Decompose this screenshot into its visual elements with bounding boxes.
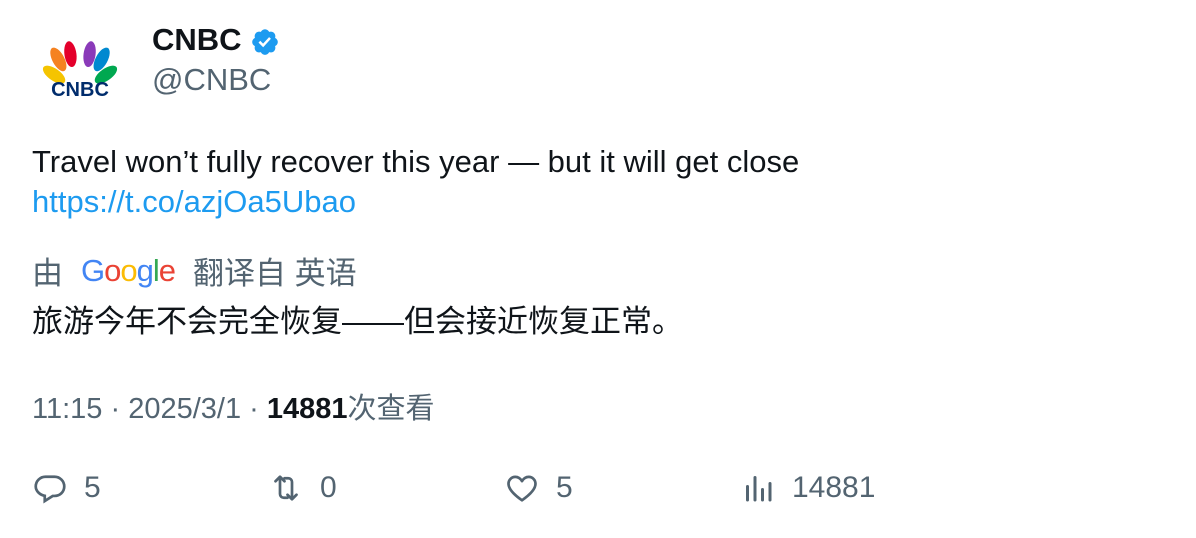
tweet-link[interactable]: https://t.co/azjOa5Ubao	[32, 182, 1166, 222]
reply-button[interactable]: 5	[32, 470, 101, 506]
translation-attribution: 由 Google 翻译自 英语	[32, 248, 357, 293]
reply-icon	[34, 475, 66, 504]
cnbc-peacock-logo-icon: CNBC	[42, 41, 118, 101]
author-name-row: CNBC	[152, 22, 280, 58]
views-label: 次查看	[347, 393, 435, 425]
like-count: 5	[556, 471, 573, 504]
meta-separator: ·	[249, 393, 267, 425]
translation-suffix: 翻译自 英语	[193, 256, 357, 291]
tweet-time[interactable]: 11:15	[32, 393, 102, 425]
tweet-date[interactable]: 2025/3/1	[128, 393, 241, 425]
views-button[interactable]: 14881	[740, 470, 875, 506]
tweet-body: Travel won’t fully recover this year — b…	[32, 144, 800, 179]
like-button[interactable]: 5	[504, 470, 573, 506]
tweet-meta: 11:15 · 2025/3/1 · 14881次查看	[32, 385, 435, 427]
translated-text: 旅游今年不会完全恢复——但会接近恢复正常。	[32, 304, 683, 339]
avatar[interactable]: CNBC	[30, 26, 130, 126]
meta-separator: ·	[110, 393, 129, 425]
translation-prefix: 由	[32, 256, 63, 291]
action-bar: 5 0 5 14881	[32, 470, 1172, 514]
retweet-count: 0	[320, 471, 337, 504]
heart-icon	[507, 475, 537, 502]
google-logo-icon[interactable]: Google	[81, 253, 176, 289]
retweet-icon	[274, 475, 298, 501]
view-count: 14881	[266, 393, 348, 425]
retweet-button[interactable]: 0	[268, 470, 337, 506]
author-display-name[interactable]: CNBC	[152, 22, 242, 58]
reply-count: 5	[84, 471, 101, 504]
verified-badge-icon[interactable]	[250, 27, 280, 57]
tweet-text: Travel won’t fully recover this year — b…	[32, 142, 1166, 222]
svg-text:CNBC: CNBC	[51, 79, 109, 101]
analytics-bar-icon	[746, 476, 772, 502]
views-count: 14881	[792, 471, 876, 504]
author-handle[interactable]: @CNBC	[152, 62, 271, 98]
